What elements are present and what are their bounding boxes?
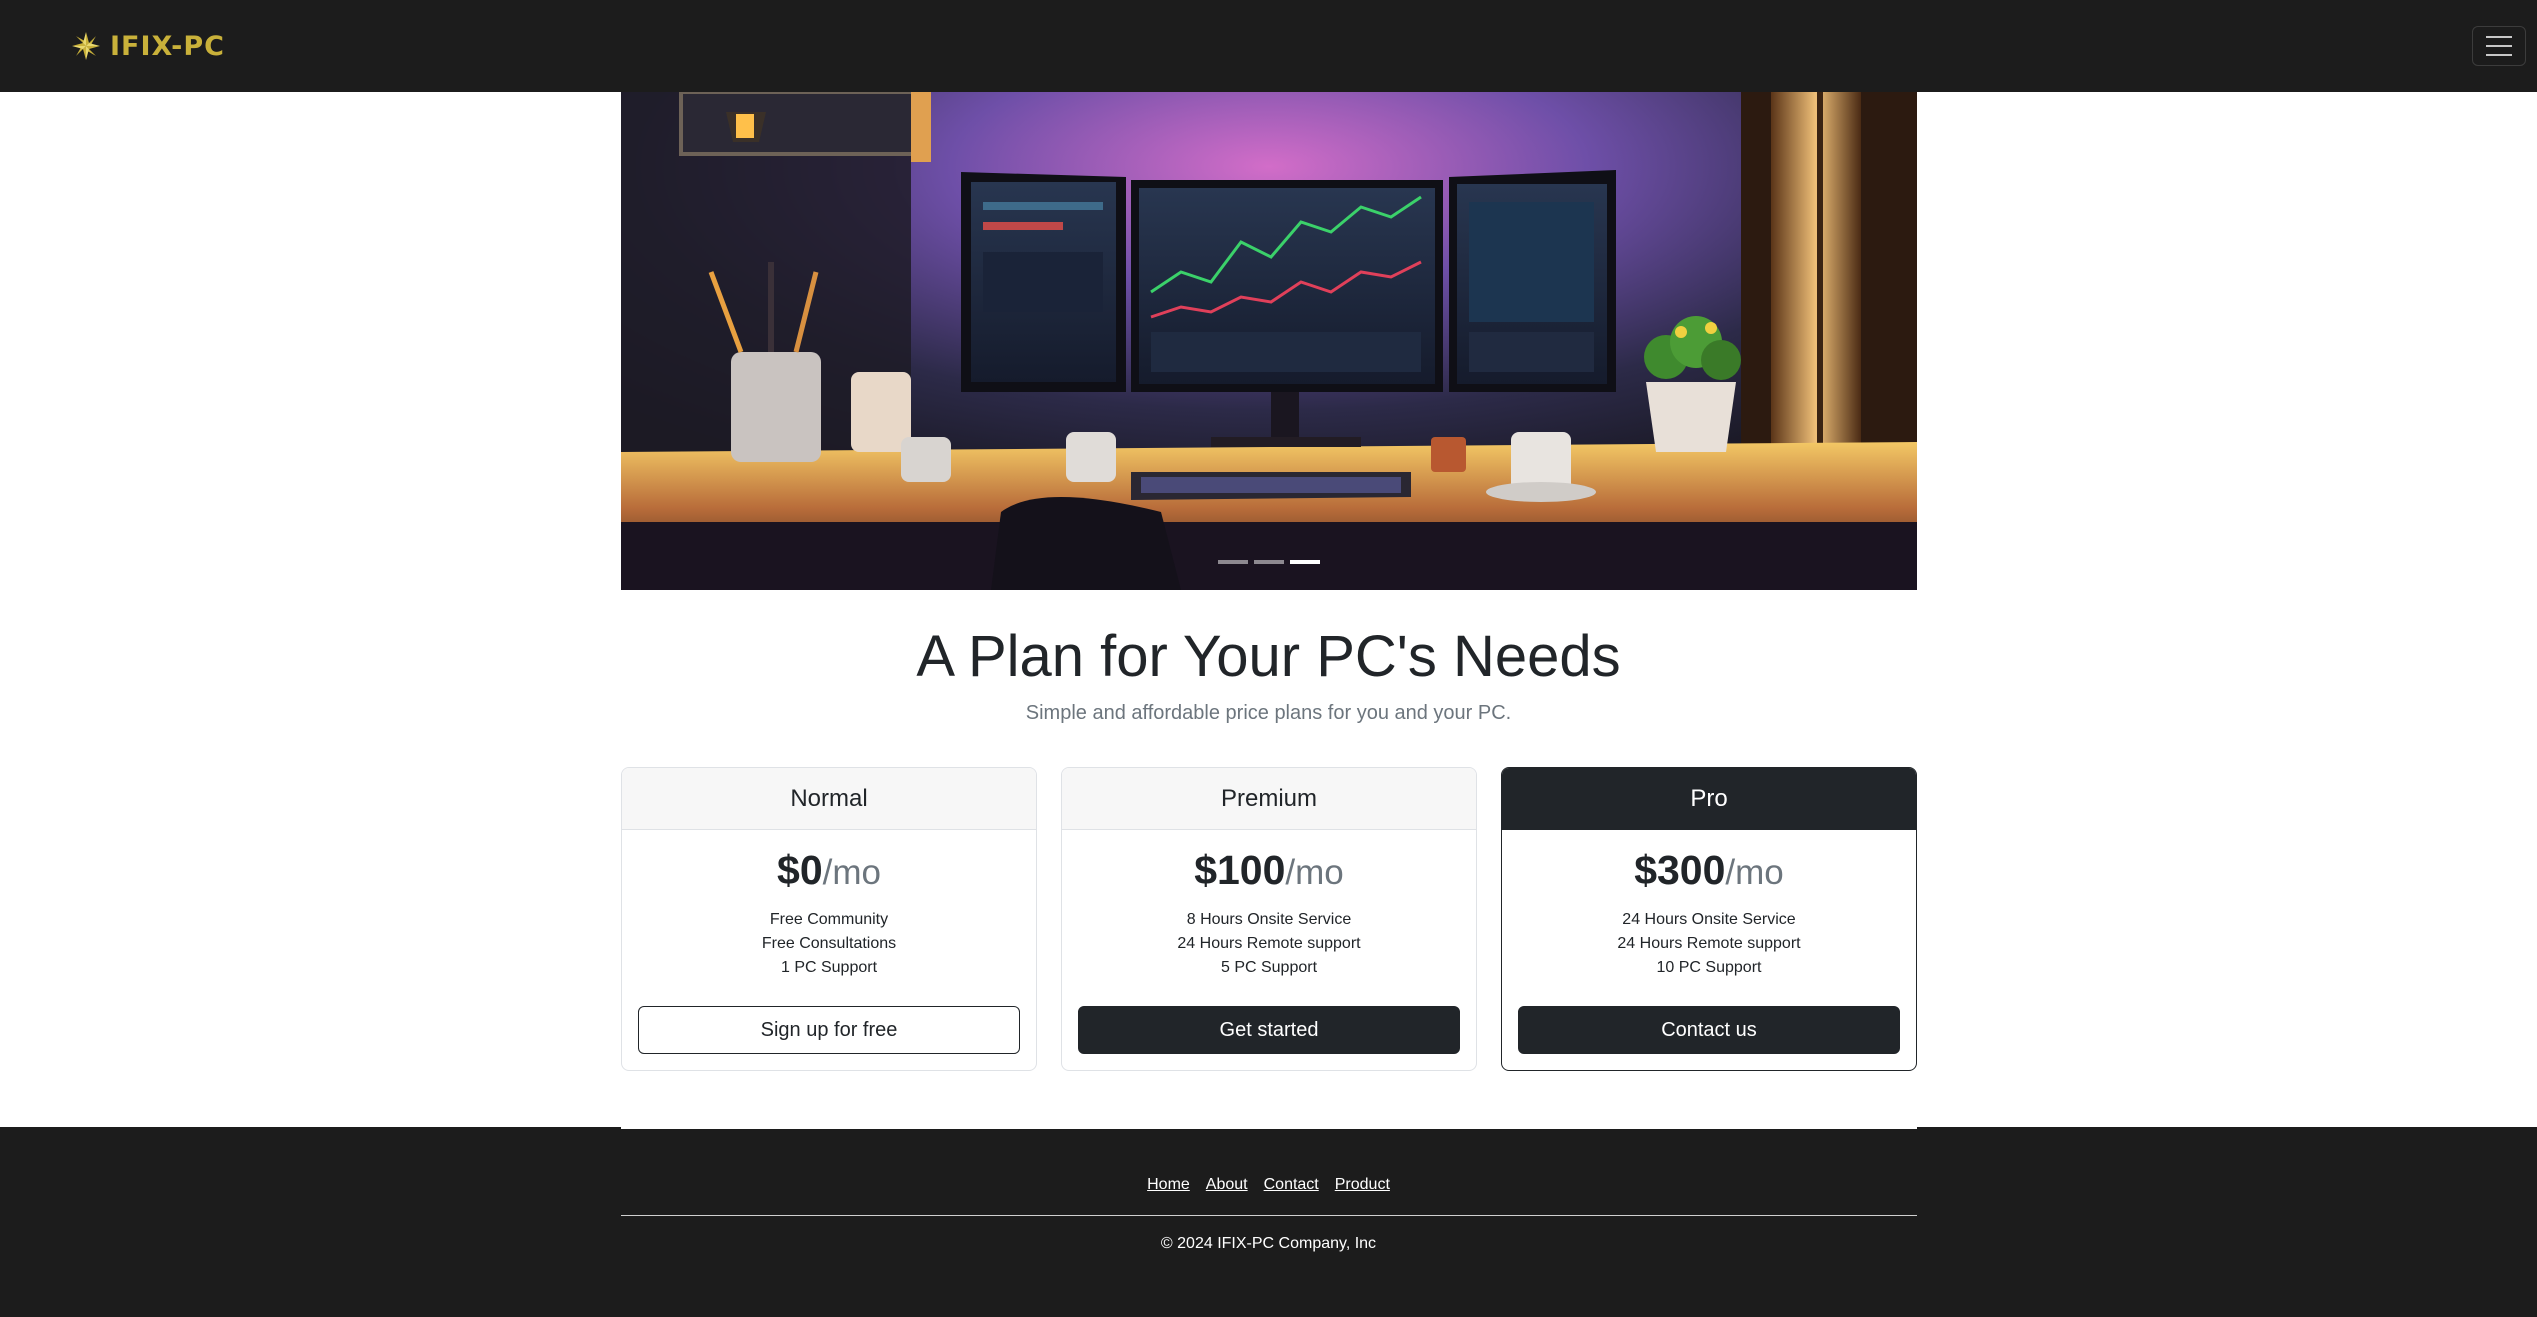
plan-card-normal: Normal $0/mo Free Community Free Consult… [621, 767, 1037, 1071]
footer-nav: Home About Contact Product [0, 1176, 2537, 1194]
top-navbar: IFIX-PC [0, 0, 2537, 92]
pricing-title: A Plan for Your PC's Needs [916, 624, 1621, 689]
pricing-subtitle: Simple and affordable price plans for yo… [1025, 702, 1512, 724]
hero-desk-image [621, 92, 1917, 590]
contact-us-button[interactable]: Contact us [1518, 1006, 1900, 1054]
feature-item: 24 Hours Onsite Service [1622, 911, 1796, 928]
plan-name: Normal [622, 768, 1036, 830]
plan-card-pro: Pro $300/mo 24 Hours Onsite Service 24 H… [1501, 767, 1917, 1071]
feature-item: 24 Hours Remote support [1617, 935, 1801, 952]
footer-link-about[interactable]: About [1206, 1176, 1248, 1194]
get-started-button[interactable]: Get started [1078, 1006, 1460, 1054]
price-period: /mo [1725, 853, 1784, 892]
feature-item: 1 PC Support [780, 959, 878, 976]
feature-item: 24 Hours Remote support [1177, 935, 1361, 952]
price-amount: $100 [1194, 847, 1286, 893]
footer-top-divider [621, 1127, 1917, 1129]
hamburger-menu-button[interactable] [2472, 26, 2526, 66]
price-amount: $300 [1634, 847, 1726, 893]
brand-name: IFIX-PC [110, 30, 225, 62]
plan-price: $300/mo [1502, 844, 1916, 896]
plan-name: Premium [1062, 768, 1476, 830]
price-amount: $0 [777, 847, 823, 893]
feature-list: 24 Hours Onsite Service 24 Hours Remote … [1502, 908, 1916, 980]
feature-item: 10 PC Support [1656, 959, 1762, 976]
page-footer: Home About Contact Product © 2024 IFIX-P… [0, 1127, 2537, 1317]
plan-card-premium: Premium $100/mo 8 Hours Onsite Service 2… [1061, 767, 1477, 1071]
sparkle-logo-icon [72, 32, 100, 60]
sign-up-free-button[interactable]: Sign up for free [638, 1006, 1020, 1054]
feature-list: 8 Hours Onsite Service 24 Hours Remote s… [1062, 908, 1476, 980]
plan-price: $0/mo [622, 844, 1036, 896]
copyright-text: © 2024 IFIX-PC Company, Inc [1160, 1235, 1377, 1252]
carousel-indicator-3[interactable] [1290, 560, 1320, 564]
carousel-indicators [621, 560, 1917, 564]
carousel-indicator-1[interactable] [1218, 560, 1248, 564]
carousel-indicator-2[interactable] [1254, 560, 1284, 564]
feature-item: Free Consultations [761, 935, 897, 952]
plan-name: Pro [1502, 768, 1916, 830]
feature-list: Free Community Free Consultations 1 PC S… [622, 908, 1036, 980]
brand-link[interactable]: IFIX-PC [70, 26, 225, 66]
price-period: /mo [1285, 853, 1344, 892]
hero-carousel [621, 92, 1917, 590]
footer-divider [621, 1215, 1917, 1216]
footer-link-contact[interactable]: Contact [1264, 1176, 1319, 1194]
plan-price: $100/mo [1062, 844, 1476, 896]
feature-item: 5 PC Support [1220, 959, 1318, 976]
price-period: /mo [822, 853, 881, 892]
hamburger-menu-icon [2486, 36, 2512, 38]
footer-link-home[interactable]: Home [1147, 1176, 1190, 1194]
feature-item: 8 Hours Onsite Service [1186, 911, 1352, 928]
feature-item: Free Community [769, 911, 889, 928]
footer-link-product[interactable]: Product [1335, 1176, 1390, 1194]
